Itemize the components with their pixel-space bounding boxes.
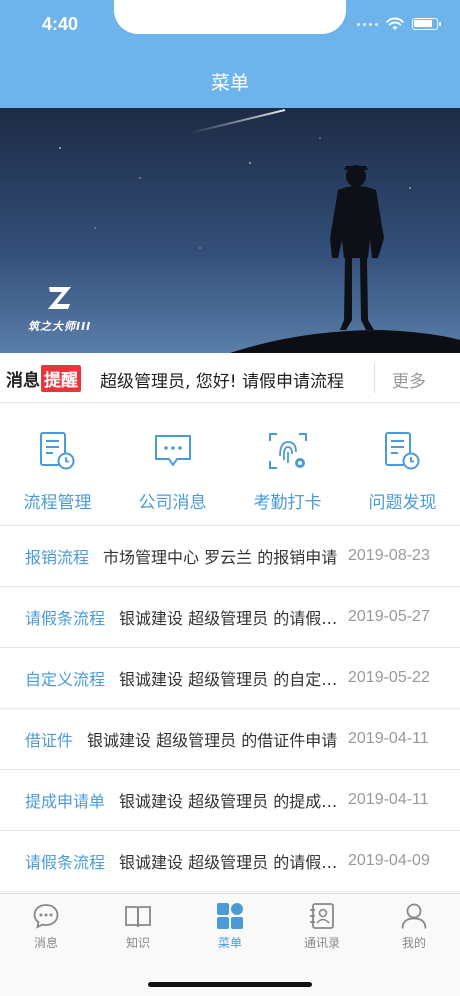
notice-label-part2: 提醒 (41, 365, 81, 392)
list-item-date: 2019-04-11 (348, 791, 429, 808)
list-item-date: 2019-04-09 (348, 852, 430, 869)
quick-action-company-news[interactable]: 公司消息 (115, 404, 230, 526)
list-item[interactable]: 报销流程 市场管理中心 罗云兰 的报销申请 2019-08-23 (0, 526, 460, 587)
banner-image[interactable] (0, 108, 460, 353)
quick-action-attendance[interactable]: 考勤打卡 (230, 404, 345, 526)
chat-bubble-icon (155, 435, 191, 466)
quick-action-label: 流程管理 (23, 493, 92, 513)
list-item-date: 2019-05-27 (348, 608, 430, 625)
list-item-description: 市场管理中心 罗云兰 的报销申请 (103, 548, 338, 567)
tab-messages[interactable]: 消息 (0, 902, 92, 952)
list-item-description: 银诚建设 超级管理员 的请假申请 (119, 609, 338, 628)
list-item-description: 银诚建设 超级管理员 的自定义流程 (119, 670, 338, 689)
tab-menu[interactable]: 菜单 (184, 902, 276, 952)
notice-more-button[interactable]: 更多 (392, 367, 426, 392)
quick-actions: 流程管理 公司消息 考勤打卡 问题发现 (0, 404, 460, 526)
contacts-icon (310, 903, 334, 929)
signal-icon (357, 22, 378, 26)
list-item-date: 2019-05-22 (348, 669, 430, 686)
status-time: 4:40 (42, 14, 79, 34)
notice-bar[interactable]: 消息 提醒 超级管理员, 您好! 请假申请流程 更多 (0, 353, 460, 403)
tab-label: 我的 (401, 936, 426, 950)
list-item-category: 报销流程 (25, 548, 90, 567)
list-item-category: 自定义流程 (25, 670, 106, 689)
tab-contacts[interactable]: 通讯录 (276, 902, 368, 952)
brand-logo-icon (48, 287, 71, 309)
tab-bar: 消息 知识 菜单 通讯录 我的 (0, 893, 460, 996)
list-item-date: 2019-08-23 (348, 547, 430, 564)
quick-action-label: 公司消息 (138, 493, 207, 513)
list-item-description: 银诚建设 超级管理员 的请假申请 (119, 853, 338, 872)
chat-icon (33, 904, 59, 929)
battery-icon (412, 18, 441, 30)
page-title: 菜单 (210, 72, 249, 94)
wifi-icon (386, 17, 404, 30)
list-item[interactable]: 自定义流程 银诚建设 超级管理员 的自定义流程 2019-05-22 (0, 648, 460, 709)
tab-knowledge[interactable]: 知识 (92, 902, 184, 952)
tab-label: 菜单 (217, 936, 242, 950)
quick-action-label: 考勤打卡 (253, 493, 322, 513)
quick-action-process[interactable]: 流程管理 (0, 404, 115, 526)
list-item-date: 2019-04-11 (348, 730, 429, 747)
tab-label: 消息 (33, 936, 58, 950)
notice-label-part1: 消息 (6, 371, 40, 391)
brand-logo-text: 筑之大师III (28, 320, 92, 333)
list-item-category: 提成申请单 (25, 792, 106, 811)
document-clock-icon (40, 432, 75, 470)
list-item-category: 请假条流程 (25, 853, 106, 872)
notice-divider (374, 363, 375, 393)
grid-icon (217, 903, 243, 929)
tab-label: 知识 (125, 936, 150, 950)
list-item-description: 银诚建设 超级管理员 的提成申请 (119, 792, 338, 811)
notice-label: 消息 提醒 (6, 365, 81, 392)
quick-action-issue-discovery[interactable]: 问题发现 (345, 404, 460, 526)
notice-text[interactable]: 超级管理员, 您好! 请假申请流程 (100, 367, 372, 392)
app-header: 4:40 菜单 (0, 0, 460, 108)
list-item-description: 银诚建设 超级管理员 的借证件申请 (87, 731, 338, 750)
list-item-category: 请假条流程 (25, 609, 106, 628)
device-notch (114, 0, 346, 34)
document-clock-icon (385, 432, 420, 470)
tab-profile[interactable]: 我的 (368, 902, 460, 952)
list-item[interactable]: 提成申请单 银诚建设 超级管理员 的提成申请 2019-04-11 (0, 770, 460, 831)
list-item[interactable]: 请假条流程 银诚建设 超级管理员 的请假申请 2019-05-27 (0, 587, 460, 648)
status-icons (357, 14, 441, 34)
book-icon (125, 906, 151, 928)
process-list: 报销流程 市场管理中心 罗云兰 的报销申请 2019-08-23 请假条流程 银… (0, 526, 460, 892)
home-indicator[interactable] (148, 982, 312, 987)
list-item[interactable]: 请假条流程 银诚建设 超级管理员 的请假申请 2019-04-09 (0, 831, 460, 892)
person-icon (401, 903, 427, 929)
list-item[interactable]: 借证件 银诚建设 超级管理员 的借证件申请 2019-04-11 (0, 709, 460, 770)
quick-action-label: 问题发现 (368, 493, 437, 513)
fingerprint-icon (269, 433, 307, 469)
tab-label: 通讯录 (303, 936, 340, 950)
list-item-category: 借证件 (25, 731, 74, 750)
